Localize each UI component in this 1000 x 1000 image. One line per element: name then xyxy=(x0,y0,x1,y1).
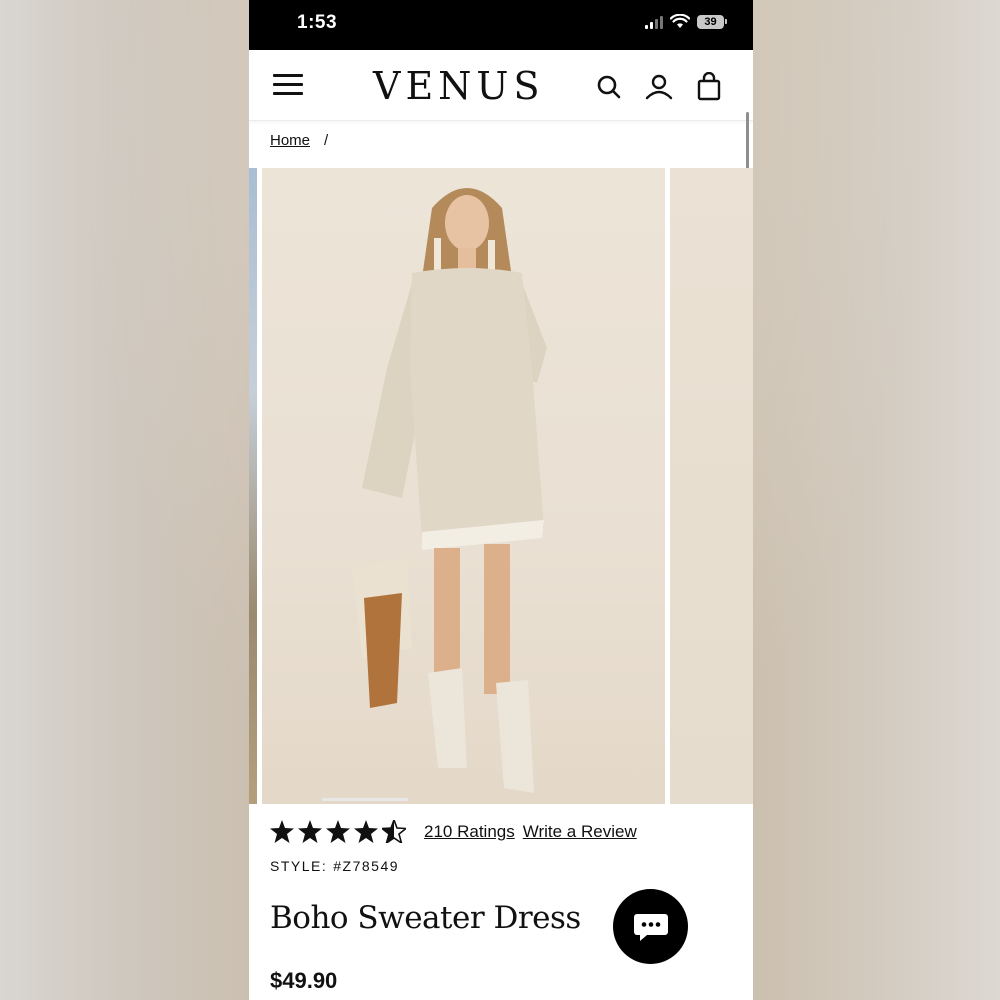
next-product-image[interactable] xyxy=(670,168,753,804)
product-title: Boho Sweater Dress xyxy=(270,900,581,936)
site-header: VENUS xyxy=(249,52,753,182)
breadcrumb: Home / xyxy=(270,132,328,149)
star-full-icon xyxy=(354,820,378,843)
product-image-gallery[interactable] xyxy=(249,168,753,804)
venus-logo[interactable]: VENUS xyxy=(373,64,545,108)
shopping-bag-icon[interactable] xyxy=(694,72,724,102)
status-time: 1:53 xyxy=(297,12,338,33)
cellular-signal-icon xyxy=(645,15,663,29)
chat-button[interactable] xyxy=(613,889,688,964)
style-number: STYLE: #Z78549 xyxy=(270,858,399,874)
breadcrumb-separator: / xyxy=(324,132,329,149)
status-indicators: 39 xyxy=(645,14,727,29)
ratings-count-link[interactable]: 210 Ratings xyxy=(424,822,515,842)
battery-tip xyxy=(725,19,727,24)
breadcrumb-home-link[interactable]: Home xyxy=(270,132,310,149)
star-full-icon xyxy=(270,820,294,843)
star-rating[interactable] xyxy=(270,820,406,843)
gallery-progress-indicator xyxy=(322,798,408,801)
wifi-icon xyxy=(670,14,690,28)
phone-screen: 1:53 39 VENUS Home / 210 Ratings Write a… xyxy=(249,0,753,1000)
account-icon[interactable] xyxy=(644,72,674,102)
star-full-icon xyxy=(326,820,350,843)
menu-icon[interactable] xyxy=(273,74,303,98)
battery-icon: 39 xyxy=(697,14,724,29)
main-product-image[interactable] xyxy=(262,168,665,804)
star-full-icon xyxy=(298,820,322,843)
star-half-icon xyxy=(382,820,406,843)
chat-bubble-icon xyxy=(633,913,668,941)
ratings-row: 210 Ratings Write a Review xyxy=(270,820,645,843)
search-icon[interactable] xyxy=(594,72,624,102)
style-label: STYLE: xyxy=(270,858,328,874)
previous-product-image[interactable] xyxy=(249,168,257,804)
style-value: #Z78549 xyxy=(333,858,400,874)
write-review-link[interactable]: Write a Review xyxy=(523,822,637,842)
status-bar: 1:53 39 xyxy=(249,0,753,50)
product-price: $49.90 xyxy=(270,968,338,993)
model-photo xyxy=(352,188,547,793)
